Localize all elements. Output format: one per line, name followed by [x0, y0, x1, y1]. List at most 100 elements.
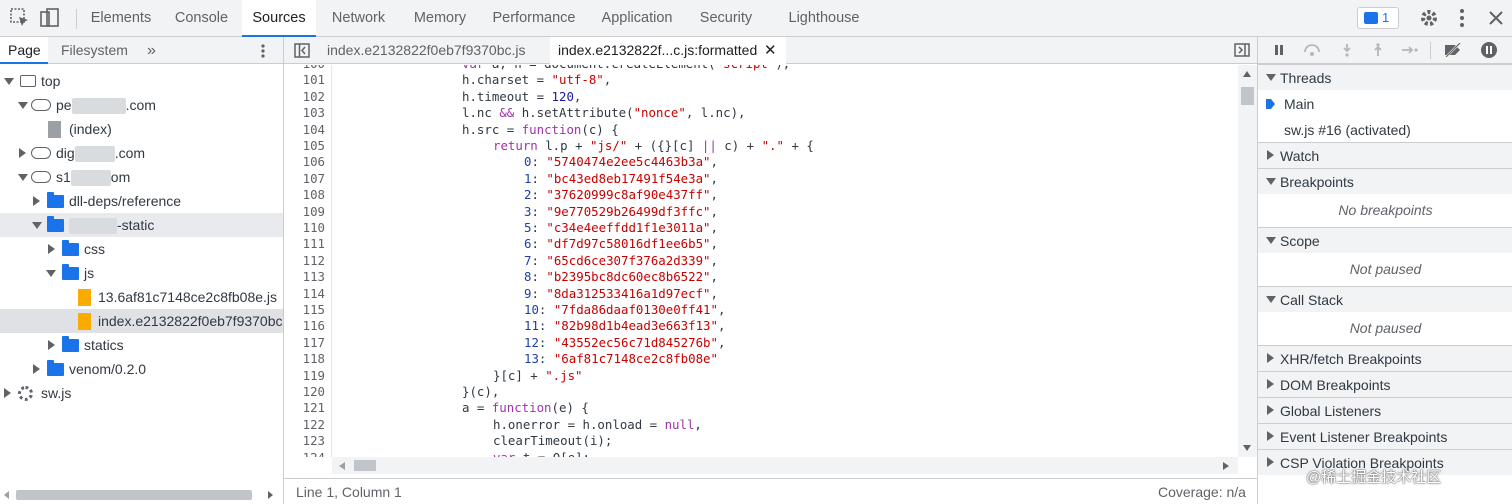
close-devtools-icon[interactable]: [1484, 6, 1508, 30]
tab-page[interactable]: Page: [0, 37, 48, 64]
tree-item-domain-3[interactable]: s1 om: [0, 165, 283, 189]
tab-application[interactable]: Application: [590, 0, 684, 37]
collapse-arrow-icon[interactable]: [33, 196, 40, 206]
step-out-icon[interactable]: [1371, 43, 1385, 57]
tree-item-index[interactable]: (index): [0, 117, 283, 141]
scroll-right-arrow-icon[interactable]: [265, 490, 275, 500]
tree-item-sw-js[interactable]: sw.js: [0, 381, 283, 405]
settings-gear-icon[interactable]: [1417, 6, 1441, 30]
tree-item-venom[interactable]: venom/0.2.0: [0, 357, 283, 381]
code-editor[interactable]: 100 101 102 103 104 105 106 107 108 109 …: [284, 65, 1238, 457]
collapse-arrow-icon[interactable]: [33, 364, 40, 374]
scrollbar-thumb[interactable]: [354, 460, 376, 471]
step-into-icon[interactable]: [1340, 43, 1354, 57]
section-call-stack[interactable]: Call Stack: [1258, 286, 1512, 312]
tab-lighthouse[interactable]: Lighthouse: [778, 0, 870, 37]
editor-tab-index-js[interactable]: index.e2132822f0eb7f9370bc.js: [318, 37, 534, 64]
inspect-element-icon[interactable]: [8, 6, 32, 30]
thread-main[interactable]: Main: [1258, 91, 1512, 117]
tab-network[interactable]: Network: [320, 0, 397, 37]
collapse-arrow-icon[interactable]: [1267, 379, 1274, 389]
section-xhr-breakpoints[interactable]: XHR/fetch Breakpoints: [1258, 345, 1512, 371]
expand-arrow-icon[interactable]: [46, 270, 56, 277]
navigator-horizontal-scrollbar[interactable]: [16, 490, 252, 500]
deactivate-breakpoints-icon[interactable]: [1443, 43, 1463, 57]
expand-arrow-icon[interactable]: [1266, 178, 1276, 185]
line-number: 124: [285, 450, 325, 457]
tree-item-js-file-13[interactable]: 13.6af81c7148ce2c8fb08e.js: [0, 285, 283, 309]
step-over-icon[interactable]: [1302, 43, 1322, 57]
expand-arrow-icon[interactable]: [18, 102, 28, 109]
close-tab-icon[interactable]: ✕: [764, 37, 777, 64]
expand-arrow-icon[interactable]: [1266, 74, 1276, 81]
section-scope[interactable]: Scope: [1258, 227, 1512, 253]
tree-item-domain-1[interactable]: pe .com: [0, 93, 283, 117]
tab-console[interactable]: Console: [164, 0, 239, 37]
section-threads[interactable]: Threads: [1258, 64, 1512, 90]
code-line: h.timeout = 120,: [462, 88, 582, 104]
navigator-tabs: Page Filesystem »: [0, 37, 283, 64]
collapse-arrow-icon[interactable]: [4, 388, 11, 398]
scrollbar-thumb[interactable]: [1241, 87, 1254, 105]
toggle-debugger-icon[interactable]: [1234, 43, 1250, 57]
tab-performance[interactable]: Performance: [482, 0, 586, 37]
collapse-arrow-icon[interactable]: [1267, 353, 1274, 363]
tab-sources[interactable]: Sources: [242, 0, 316, 37]
more-tabs-chevron-icon[interactable]: »: [147, 37, 156, 64]
line-number: 120: [302, 384, 325, 399]
expand-arrow-icon[interactable]: [1266, 296, 1276, 303]
section-dom-breakpoints[interactable]: DOM Breakpoints: [1258, 371, 1512, 397]
tree-item-js[interactable]: js: [0, 261, 283, 285]
expand-arrow-icon[interactable]: [4, 78, 14, 85]
expand-arrow-icon[interactable]: [18, 174, 28, 181]
scroll-down-arrow-icon[interactable]: [1242, 444, 1252, 452]
section-breakpoints[interactable]: Breakpoints: [1258, 168, 1512, 194]
editor-tab-formatted[interactable]: index.e2132822f...c.js:formatted ✕: [550, 37, 786, 64]
expand-arrow-icon[interactable]: [1266, 237, 1276, 244]
tree-item-statics[interactable]: statics: [0, 333, 283, 357]
code-line: 6: "df7d97c58016df1ee6b5",: [524, 236, 718, 252]
device-toolbar-icon[interactable]: [38, 6, 62, 30]
collapse-arrow-icon[interactable]: [1267, 150, 1274, 160]
collapse-arrow-icon[interactable]: [1267, 431, 1274, 441]
scroll-up-arrow-icon[interactable]: [1242, 70, 1252, 78]
code-line: 0: "5740474e2ee5c4463b3a",: [524, 154, 718, 170]
tree-item-js-file-index[interactable]: index.e2132822f0eb7f9370bc: [0, 309, 283, 333]
tree-item-domain-2[interactable]: dig .com: [0, 141, 283, 165]
pause-on-exceptions-icon[interactable]: [1480, 41, 1498, 59]
pause-icon[interactable]: [1272, 43, 1286, 57]
toggle-navigator-icon[interactable]: [294, 43, 310, 58]
tree-item-top[interactable]: top: [0, 69, 283, 93]
collapse-arrow-icon[interactable]: [1267, 405, 1274, 415]
tab-filesystem[interactable]: Filesystem: [61, 37, 128, 64]
issues-button[interactable]: 1: [1357, 7, 1399, 29]
step-icon[interactable]: [1401, 43, 1419, 57]
line-number-gutter: 100 101 102 103 104 105 106 107 108 109 …: [284, 65, 332, 457]
editor-vertical-scrollbar[interactable]: [1238, 65, 1257, 457]
line-number: 102: [302, 88, 325, 104]
tree-item-static[interactable]: -static: [0, 213, 283, 237]
scroll-right-arrow-icon[interactable]: [1222, 461, 1230, 471]
collapse-arrow-icon[interactable]: [19, 148, 26, 158]
collapse-arrow-icon[interactable]: [48, 340, 55, 350]
tab-security[interactable]: Security: [690, 0, 762, 37]
section-global-listeners[interactable]: Global Listeners: [1258, 397, 1512, 423]
tree-item-css[interactable]: css: [0, 237, 283, 261]
scroll-left-arrow-icon[interactable]: [338, 461, 346, 471]
line-number: 121: [302, 400, 325, 416]
code-line: clearTimeout(i);: [493, 433, 613, 449]
section-watch[interactable]: Watch: [1258, 142, 1512, 168]
tree-item-dll-deps[interactable]: dll-deps/reference: [0, 189, 283, 213]
tree-item-label: js: [84, 265, 95, 281]
collapse-arrow-icon[interactable]: [48, 244, 55, 254]
thread-sw[interactable]: sw.js #16 (activated): [1258, 117, 1512, 143]
collapse-arrow-icon[interactable]: [1267, 457, 1274, 467]
tab-elements[interactable]: Elements: [80, 0, 162, 37]
section-event-listener-breakpoints[interactable]: Event Listener Breakpoints: [1258, 423, 1512, 449]
tab-memory[interactable]: Memory: [402, 0, 478, 37]
navigator-menu-icon[interactable]: [256, 43, 270, 59]
editor-horizontal-scrollbar[interactable]: [332, 457, 1238, 474]
expand-arrow-icon[interactable]: [32, 222, 42, 229]
more-options-icon[interactable]: [1450, 6, 1474, 30]
scroll-left-arrow-icon[interactable]: [2, 490, 12, 500]
